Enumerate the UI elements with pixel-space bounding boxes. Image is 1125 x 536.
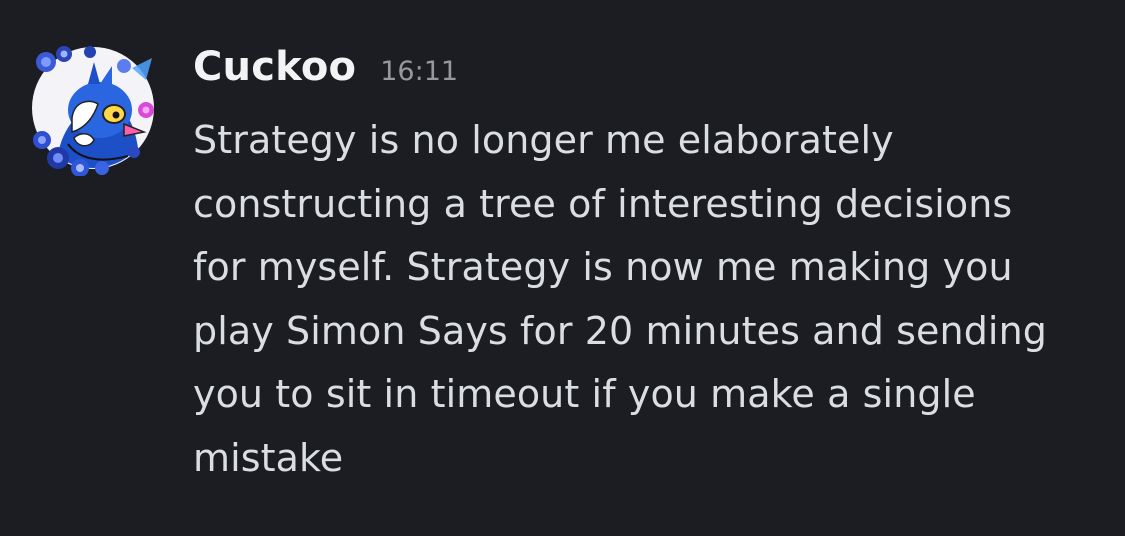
username[interactable]: Cuckoo <box>193 44 356 90</box>
message-line: mistake <box>193 435 344 480</box>
chat-message[interactable]: Cuckoo 16:11 Strategy is no longer me el… <box>0 0 1125 536</box>
message-line: play Simon Says for 20 minutes and sendi… <box>193 308 1047 353</box>
message-line: Strategy is no longer me elaborately <box>193 118 894 162</box>
message-line: for myself. Strategy is now me making yo… <box>193 245 1013 289</box>
timestamp[interactable]: 16:11 <box>380 56 458 87</box>
avatar[interactable] <box>28 40 160 176</box>
message-line: constructing a tree of interesting decis… <box>193 181 1013 226</box>
message-line: you to sit in timeout if you make a sing… <box>193 372 976 416</box>
message-header: Cuckoo 16:11 <box>193 44 458 104</box>
chat-view: Cuckoo 16:11 Strategy is no longer me el… <box>0 0 1125 536</box>
avatar-image <box>32 46 154 176</box>
message-content: Strategy is no longer me elaborately con… <box>193 109 1093 490</box>
